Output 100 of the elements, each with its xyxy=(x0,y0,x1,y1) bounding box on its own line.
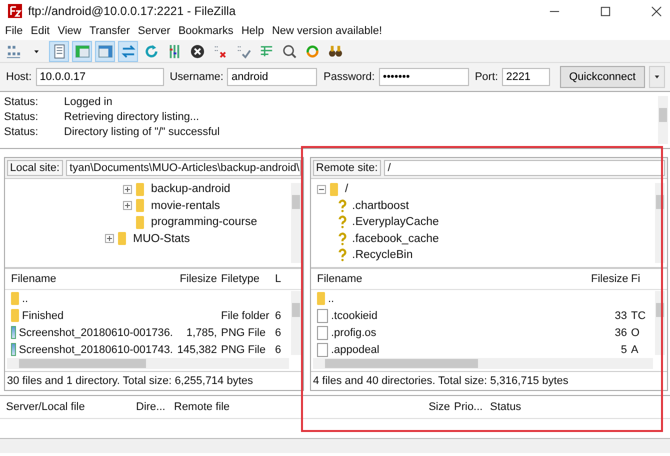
local-tree-icon[interactable] xyxy=(72,40,92,62)
menu-item[interactable]: Help xyxy=(241,25,264,37)
scrollbar[interactable] xyxy=(7,358,289,369)
tree-item[interactable]: .RecycleBin xyxy=(352,249,413,262)
column-header[interactable]: Server/Local file xyxy=(4,401,134,413)
tree-item[interactable]: .chartboost xyxy=(352,200,409,212)
site-label: Local site: xyxy=(7,160,63,176)
log-message: Logged in xyxy=(64,96,112,108)
remote-tree-icon[interactable] xyxy=(95,40,115,62)
column-header[interactable]: Remote file xyxy=(172,401,422,413)
column-header[interactable]: Filesize xyxy=(589,273,629,285)
table-cell: 5 xyxy=(620,344,627,356)
transfer-queue-icon[interactable] xyxy=(118,40,138,62)
column-header[interactable]: Prio... xyxy=(452,401,488,413)
collapse-icon[interactable] xyxy=(317,184,326,194)
scrollbar[interactable] xyxy=(313,358,653,369)
file-name[interactable]: Screenshot_20180610-001736. xyxy=(18,326,173,338)
menu-item[interactable]: New version available! xyxy=(272,25,382,37)
log-message: Directory listing of "/" successful xyxy=(64,126,220,138)
column-header[interactable]: Filetype xyxy=(219,273,273,285)
table-cell: 36 xyxy=(614,326,627,338)
folder-icon xyxy=(330,182,338,196)
path-field[interactable]: tyan\Documents\MUO-Articles\backup-android\ xyxy=(66,160,301,176)
tree-item[interactable]: programming-course xyxy=(151,216,258,228)
image-file-icon xyxy=(11,326,16,339)
tree-item[interactable]: .facebook_cache xyxy=(352,232,439,245)
site-label: Remote site: xyxy=(313,160,381,176)
close-icon[interactable] xyxy=(651,6,662,16)
log-label: Status: xyxy=(4,96,40,108)
dropdown-button[interactable] xyxy=(648,66,665,88)
file-icon xyxy=(317,342,328,356)
menu-item[interactable]: Transfer xyxy=(89,25,130,37)
image-file-icon xyxy=(11,343,16,356)
tree-item[interactable]: MUO-Stats xyxy=(133,232,190,245)
table-cell: A xyxy=(631,344,638,356)
file-name[interactable]: .appodeal xyxy=(331,344,380,356)
column-header[interactable]: Fi xyxy=(629,273,651,285)
status-text: 30 files and 1 directory. Total size: 6,255,714 bytes xyxy=(6,374,254,389)
caret-icon xyxy=(654,74,660,80)
folder-icon xyxy=(11,292,19,305)
expand-icon[interactable] xyxy=(123,201,132,210)
question-mark-icon xyxy=(337,198,348,213)
menu-item[interactable]: Server xyxy=(138,25,170,37)
tree-item[interactable]: backup-android xyxy=(151,183,230,196)
window-title: ftp://android@10.0.0.17:2221 - FileZilla xyxy=(28,4,236,18)
path-field[interactable]: / xyxy=(384,160,665,176)
table-cell: 1,785, xyxy=(186,326,217,338)
column-header[interactable]: Status xyxy=(488,401,578,413)
question-mark-icon xyxy=(337,215,348,230)
tree-item[interactable]: movie-rentals xyxy=(151,200,220,212)
file-name[interactable]: .. xyxy=(22,292,28,304)
file-name[interactable]: .tcookieid xyxy=(331,310,378,322)
folder-icon xyxy=(136,182,144,196)
expand-icon[interactable] xyxy=(105,234,114,244)
menu-item[interactable]: Edit xyxy=(30,25,50,37)
log-message: Retrieving directory listing... xyxy=(64,110,200,122)
folder-icon xyxy=(11,309,19,322)
folder-icon xyxy=(317,292,325,305)
menu-item[interactable]: Bookmarks xyxy=(178,25,234,37)
menu-item[interactable]: File xyxy=(5,25,23,37)
scrollbar[interactable] xyxy=(658,96,668,144)
folder-icon xyxy=(136,199,144,212)
tree-item[interactable]: .EveryplayCache xyxy=(352,216,439,228)
file-name[interactable]: .. xyxy=(328,292,334,304)
field-label: Username: xyxy=(170,71,224,83)
file-name[interactable]: Finished xyxy=(22,310,64,322)
table-cell: PNG File xyxy=(221,344,266,356)
column-header[interactable]: L xyxy=(273,273,287,285)
maximize-icon[interactable] xyxy=(600,6,611,16)
column-header[interactable]: Filename xyxy=(9,273,175,285)
app-logo-icon xyxy=(8,4,22,18)
file-name[interactable]: Screenshot_20180610-001743. xyxy=(18,344,173,356)
file-name[interactable]: .profig.os xyxy=(331,326,376,338)
table-cell: TC xyxy=(631,310,646,322)
menu-item[interactable]: View xyxy=(58,25,82,37)
input-field[interactable]: android xyxy=(227,68,318,86)
expand-icon[interactable] xyxy=(123,184,132,194)
table-cell: File folder xyxy=(221,310,270,322)
input-field[interactable]: 2221 xyxy=(502,68,550,86)
input-field[interactable]: 10.0.0.17 xyxy=(36,68,164,86)
field-label: Password: xyxy=(323,71,375,83)
field-label: Host: xyxy=(6,71,32,83)
message-log-icon[interactable] xyxy=(49,40,69,62)
status-text: 4 files and 40 directories. Total size: 5,316,715 bytes xyxy=(312,374,570,389)
input-field[interactable]: ••••••• xyxy=(378,68,469,86)
table-cell: 145,382 xyxy=(177,344,217,356)
column-header[interactable]: Size xyxy=(422,401,452,413)
table-cell: 6 xyxy=(275,310,282,322)
column-header[interactable]: Filesize xyxy=(175,273,219,285)
column-header[interactable]: Filename xyxy=(315,273,589,285)
column-header[interactable]: Dire... xyxy=(134,401,172,413)
table-cell: 33 xyxy=(614,310,627,322)
tree-item[interactable]: / xyxy=(345,183,348,196)
scrollbar[interactable] xyxy=(291,291,301,355)
table-cell: 6 xyxy=(275,326,282,338)
folder-icon xyxy=(136,216,144,229)
scrollbar[interactable] xyxy=(291,183,301,263)
quickconnect-button[interactable]: Quickconnect xyxy=(560,66,645,88)
question-mark-icon xyxy=(337,232,348,246)
file-icon xyxy=(317,308,328,322)
